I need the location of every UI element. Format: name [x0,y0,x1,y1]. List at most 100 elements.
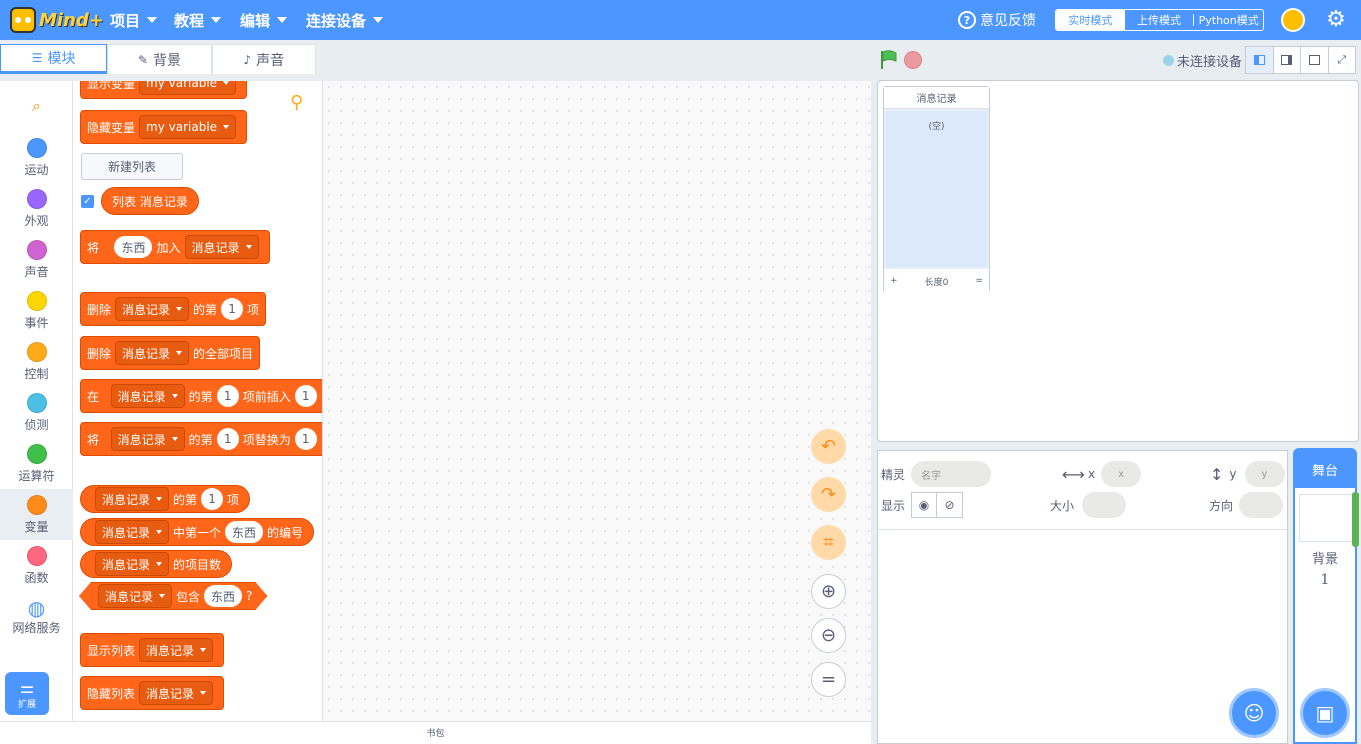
large-stage-button[interactable] [1274,47,1301,73]
variable-dropdown[interactable]: my variable [139,81,237,95]
text-input[interactable]: 东西 [114,236,153,258]
tab-sounds[interactable]: ♪ 声音 [211,44,317,74]
category-sound[interactable]: 声音 [0,240,73,280]
mode-upload[interactable]: 上传模式 [1125,10,1194,30]
zoom-in-icon[interactable]: ⊕ [811,574,846,609]
category-events[interactable]: 事件 [0,291,73,331]
value-input[interactable]: 1 [294,428,317,450]
add-item-button[interactable]: + [890,276,898,286]
search-button[interactable]: ⌕ [0,96,73,116]
redo-icon[interactable]: ↷ [811,477,846,512]
block-delete-item[interactable]: 删除 消息记录 的第 1 项 [80,292,267,326]
block-hide-list[interactable]: 隐藏列表 消息记录 [80,676,225,710]
block-palette: 显示变量 my variable ⚲ 隐藏变量 my variable 新建列表 ✓… [73,81,323,721]
backpack[interactable]: 书包 [0,721,871,744]
extension-icon: ⚌ [19,677,35,697]
text-input[interactable]: 东西 [204,585,242,607]
tab-backdrops[interactable]: ✎ 背景 [107,44,212,74]
backdrop-count: 1 [1320,572,1330,588]
value-input[interactable]: 1 [294,385,317,407]
sprite-name-input[interactable]: 名字 [911,461,992,487]
hide-stage-button[interactable] [1301,47,1329,73]
number-input[interactable]: 1 [221,298,244,320]
direction-input[interactable] [1239,492,1284,518]
block-length-of-list[interactable]: 消息记录 的项目数 [80,550,233,578]
block-item-of-list[interactable]: 消息记录 的第 1 项 [80,485,251,513]
scrollbar[interactable] [1352,492,1359,547]
list-checkbox[interactable]: ✓ [81,195,94,208]
y-input[interactable]: y [1244,461,1285,487]
list-monitor[interactable]: 消息记录 (空) + 长度0 = [883,86,990,293]
gear-icon[interactable]: ⚙ [1325,9,1347,31]
list-dropdown[interactable]: 消息记录 [139,638,214,662]
menu-edit[interactable]: 编辑 [240,0,288,40]
block-show-list[interactable]: 显示列表 消息记录 [80,633,225,667]
size-input[interactable] [1082,492,1127,518]
large-stage-icon [1281,55,1293,65]
list-dropdown[interactable]: 消息记录 [98,584,172,608]
category-control[interactable]: 控制 [0,342,73,382]
choose-backdrop-button[interactable]: ▣ [1300,688,1350,738]
number-input[interactable]: 1 [216,385,239,407]
block-index-of-item[interactable]: 消息记录 中第一个 东西 的编号 [80,518,315,546]
category-operators[interactable]: 运算符 [0,444,73,484]
choose-sprite-button[interactable]: ☺ [1229,688,1279,738]
category-motion[interactable]: 运动 [0,138,73,178]
stop-icon[interactable] [904,51,922,69]
list-monitor-footer: + 长度0 = [884,269,989,293]
text-input[interactable]: 东西 [225,521,264,543]
category-network[interactable]: ◍ 网络服务 [0,597,73,636]
list-dropdown[interactable]: 消息记录 [95,487,170,511]
category-looks[interactable]: 外观 [0,189,73,229]
pin-icon[interactable]: ⚲ [290,92,312,114]
list-dropdown[interactable]: 消息记录 [95,552,170,576]
block-show-variable[interactable]: 显示变量 my variable [80,81,248,99]
user-avatar[interactable] [1281,8,1305,32]
block-list-contains[interactable]: 消息记录 包含 东西? [79,582,267,610]
list-dropdown[interactable]: 消息记录 [110,384,185,408]
mode-python[interactable]: Python模式 [1194,10,1263,30]
menu-project[interactable]: 项目 [110,0,158,40]
logo[interactable]: Mind+ [10,6,104,34]
script-workspace[interactable]: ↶ ↷ ⌗ ⊕ ⊖ = [323,81,871,721]
crop-icon[interactable]: ⌗ [811,525,846,560]
block-list-reporter[interactable]: 列表 消息记录 [101,187,199,215]
zoom-reset-icon[interactable]: = [811,662,846,697]
list-dropdown[interactable]: 消息记录 [95,520,170,544]
stage-selector[interactable]: 舞台 背景 1 ▣ [1293,448,1357,744]
feedback-button[interactable]: ? 意见反馈 [958,0,1036,40]
menu-connect-device[interactable]: 连接设备 [306,0,384,40]
variable-dropdown[interactable]: my variable [139,115,237,139]
green-flag-icon[interactable] [880,50,898,70]
category-variables[interactable]: 变量 [0,489,73,540]
hide-sprite-icon[interactable]: ⊘ [937,492,964,518]
x-input[interactable]: x [1101,461,1142,487]
show-sprite-icon[interactable]: ◉ [911,492,938,518]
list-dropdown[interactable]: 消息记录 [115,341,190,365]
fullscreen-button[interactable]: ⤢ [1329,47,1356,73]
list-dropdown[interactable]: 消息记录 [139,681,214,705]
list-dropdown[interactable]: 消息记录 [110,427,185,451]
category-sensing[interactable]: 侦测 [0,393,73,433]
zoom-out-icon[interactable]: ⊖ [811,618,846,653]
block-replace-item[interactable]: 将 消息记录 的第 1 项替换为 1 [80,422,322,456]
mode-realtime[interactable]: 实时模式 [1056,10,1125,30]
block-delete-all[interactable]: 删除 消息记录 的全部项目 [80,336,261,370]
category-functions[interactable]: 函数 [0,546,73,586]
small-stage-button[interactable] [1246,47,1274,73]
extensions-button[interactable]: ⚌ 扩展 [5,672,49,715]
number-input[interactable]: 1 [216,428,239,450]
menu-bar: Mind+ 项目 教程 编辑 连接设备 ? 意见反馈 实时模式 上传模式 Pyt… [0,0,1361,40]
number-input[interactable]: 1 [201,488,224,510]
list-dropdown[interactable]: 消息记录 [184,235,259,259]
new-list-button[interactable]: 新建列表 [81,153,183,180]
undo-icon[interactable]: ↶ [811,429,846,464]
block-insert-at[interactable]: 在 消息记录 的第 1 项前插入 1 [80,379,322,413]
menu-tutorial[interactable]: 教程 [174,0,222,40]
resize-handle[interactable]: = [975,276,983,286]
stage[interactable]: 消息记录 (空) + 长度0 = [877,80,1359,442]
list-dropdown[interactable]: 消息记录 [115,297,190,321]
tab-blocks[interactable]: ☰ 模块 [0,44,108,74]
block-add-to-list[interactable]: 将 东西 加入 消息记录 [80,230,270,264]
block-hide-variable[interactable]: 隐藏变量 my variable [80,110,248,144]
